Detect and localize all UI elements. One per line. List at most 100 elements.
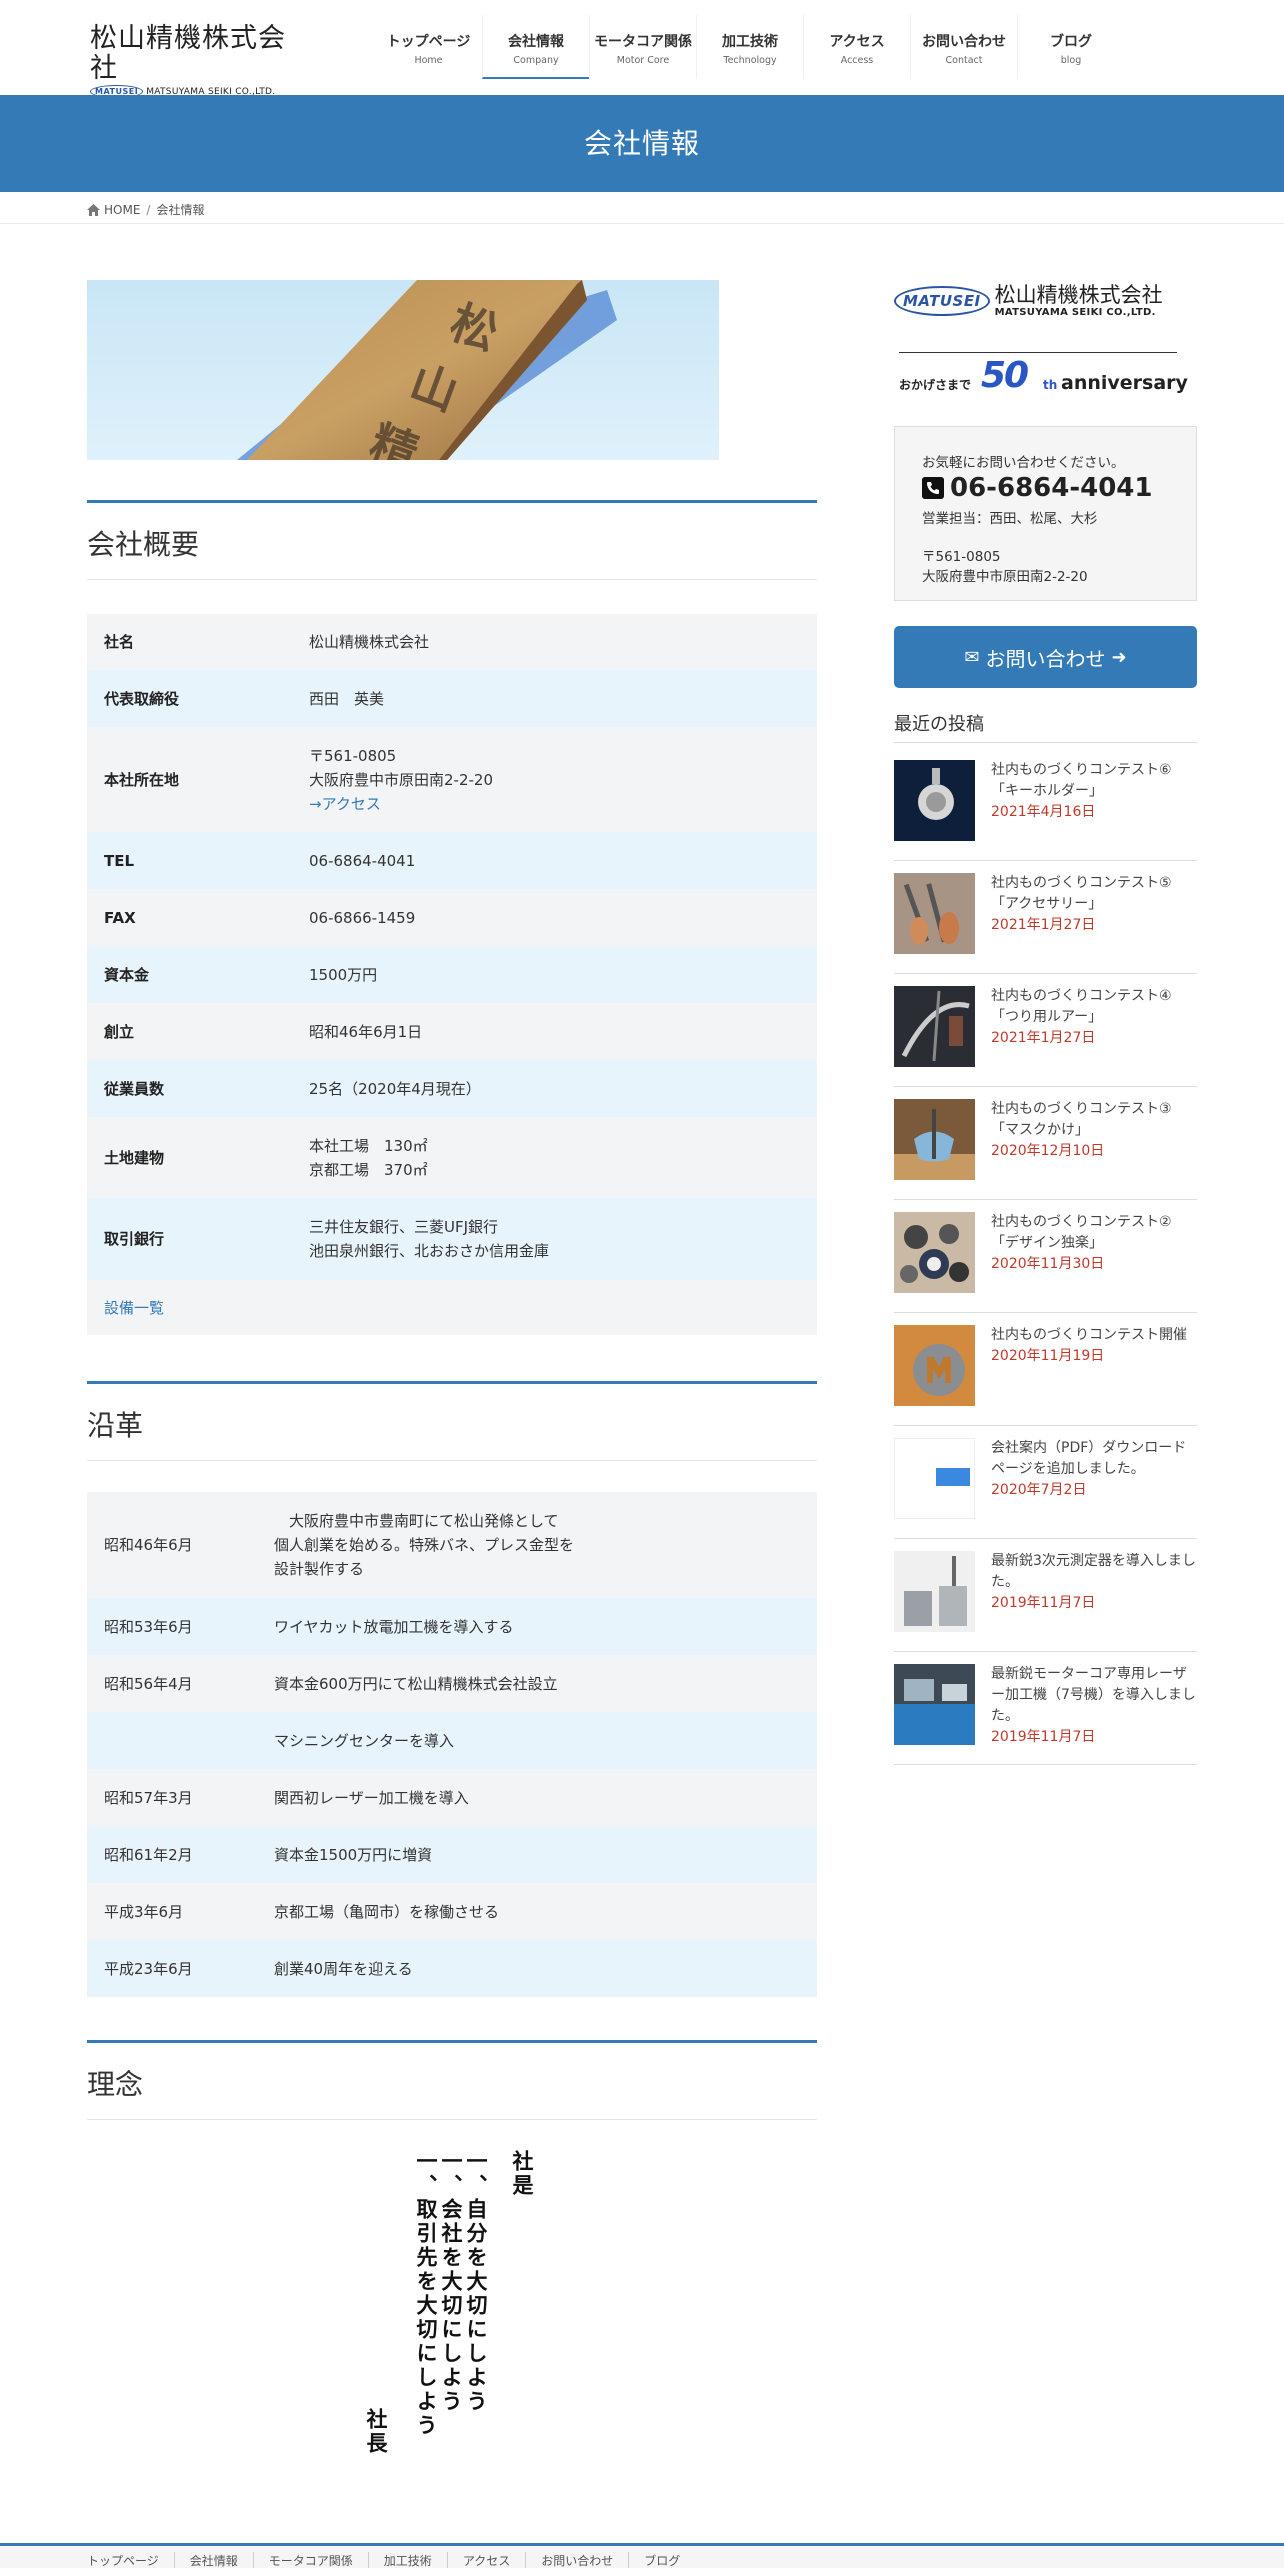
contact-lead: お気軽にお問い合わせください。 [922, 455, 1125, 471]
row-value: 昭和46年6月1日 [309, 1022, 423, 1041]
row-line: 京都工場 370㎡ [309, 1160, 428, 1179]
nav-sublabel: Access [840, 55, 874, 66]
contact-staff: 営業担当：西田、松尾、大杉 [922, 511, 1098, 527]
motto-line: 一、会社を大切にしよう [439, 2150, 464, 2414]
nav-home[interactable]: トップページ Home [375, 15, 482, 79]
motto-signature: 社長 [364, 2408, 389, 2456]
post-item[interactable]: 社内ものづくりコンテスト④「つり用ルアー」 2021年1月27日 [894, 974, 1197, 1087]
history-date: 昭和53年6月 [104, 1617, 193, 1636]
row-line: 池田泉州銀行、北おおさか信用金庫 [309, 1242, 550, 1260]
history-event: 創業40周年を迎える [274, 1959, 413, 1978]
row-line: 三井住友銀行、三菱UFJ銀行 [309, 1218, 499, 1236]
history-date: 昭和56年4月 [104, 1674, 193, 1693]
footer-nav-motor-core[interactable]: モータコア関係 [252, 2552, 368, 2568]
contact-info-box: お気軽にお問い合わせください。 06-6864-4041 営業担当：西田、松尾、… [894, 426, 1197, 601]
footer-nav-home[interactable]: トップページ [87, 2552, 174, 2568]
anniversary-suffix: th [1043, 378, 1058, 392]
post-date: 2020年12月10日 [991, 1143, 1105, 1159]
post-date: 2021年1月27日 [991, 917, 1096, 933]
nav-sublabel: blog [1060, 55, 1082, 66]
row-label: TEL [104, 851, 135, 870]
post-thumbnail [894, 1212, 975, 1293]
post-thumbnail [894, 1664, 975, 1745]
row-label: 資本金 [104, 965, 150, 984]
hero-image: 松 山 精 [87, 280, 719, 460]
row-value: 本社工場 130㎡ 京都工場 370㎡ [292, 1117, 817, 1198]
nav-company[interactable]: 会社情報 Company [482, 15, 589, 79]
contact-button[interactable]: ✉ お問い合わせ ➜ [894, 626, 1197, 688]
post-date: 2021年4月16日 [991, 804, 1096, 820]
row-label: 本社所在地 [104, 770, 180, 789]
footer-nav-access[interactable]: アクセス [446, 2552, 525, 2568]
contact-address: 大阪府豊中市原田南2-2-20 [922, 569, 1088, 585]
footer-nav-contact[interactable]: お問い合わせ [525, 2552, 628, 2568]
breadcrumb-home[interactable]: HOME [104, 203, 140, 217]
post-title: 社内ものづくりコンテスト③「マスクかけ」 [991, 1101, 1172, 1138]
history-date [87, 1712, 274, 1769]
row-value: 西田 英美 [309, 689, 385, 708]
nav-motor-core[interactable]: モータコア関係 Motor Core [589, 15, 696, 79]
footer-nav-technology[interactable]: 加工技術 [367, 2552, 447, 2568]
post-date: 2020年11月19日 [991, 1348, 1105, 1364]
table-row: 昭和53年6月 ワイヤカット放電加工機を導入する [87, 1598, 817, 1655]
post-item[interactable]: 社内ものづくりコンテスト開催 2020年11月19日 [894, 1313, 1197, 1426]
motto-heading: 社是 [510, 2150, 535, 2198]
post-title: 社内ものづくりコンテスト開催 [991, 1327, 1187, 1343]
nav-contact[interactable]: お問い合わせ Contact [910, 15, 1017, 79]
nav-label: モータコア関係 [594, 34, 692, 50]
post-item[interactable]: 最新鋭モーターコア専用レーザー加工機（7号機）を導入しました。 2019年11月7… [894, 1652, 1197, 1765]
post-date: 2020年11月30日 [991, 1256, 1105, 1272]
nav-blog[interactable]: ブログ blog [1017, 15, 1124, 79]
post-item[interactable]: 社内ものづくりコンテスト⑤「アクセサリー」 2021年1月27日 [894, 861, 1197, 974]
recent-posts-title: 最近の投稿 [894, 710, 1197, 743]
zip-code: 〒561-0805 [309, 746, 397, 765]
company-motto: 社是 一、自分を大切にしよう 一、会社を大切にしよう 一、取引先を大切にしよう … [280, 2120, 540, 2470]
section-title-philosophy: 理念 [87, 2040, 817, 2120]
post-title: 最新鋭モーターコア専用レーザー加工機（7号機）を導入しました。 [991, 1666, 1196, 1724]
row-value: 25名（2020年4月現在） [309, 1079, 481, 1098]
nav-label: アクセス [829, 34, 885, 50]
section-title-text: 会社概要 [87, 528, 200, 561]
contact-tel-number[interactable]: 06-6864-4041 [950, 473, 1153, 503]
site-footer: トップページ 会社情報 モータコア関係 加工技術 アクセス お問い合わせ ブログ [0, 2543, 1284, 2568]
nav-sublabel: Company [513, 55, 559, 66]
sidebar-logo-text: 松山精機株式会社 MATSUYAMA SEIKI CO.,LTD. [995, 284, 1163, 319]
nav-sublabel: Motor Core [616, 55, 670, 66]
home-icon [87, 203, 100, 216]
footer-nav-blog[interactable]: ブログ [628, 2552, 695, 2568]
post-item[interactable]: 最新鋭3次元測定器を導入しました。 2019年11月7日 [894, 1539, 1197, 1652]
access-link[interactable]: →アクセス [309, 795, 381, 813]
row-label: 従業員数 [104, 1079, 165, 1098]
post-item[interactable]: 社内ものづくりコンテスト③「マスクかけ」 2020年12月10日 [894, 1087, 1197, 1200]
post-item[interactable]: 会社案内（PDF）ダウンロードページを追加しました。 2020年7月2日 [894, 1426, 1197, 1539]
post-text: 社内ものづくりコンテスト⑥「キーホルダー」 2021年4月16日 [991, 760, 1197, 823]
footer-nav-company[interactable]: 会社情報 [173, 2552, 253, 2568]
breadcrumb-separator: / [146, 202, 151, 217]
post-text: 会社案内（PDF）ダウンロードページを追加しました。 2020年7月2日 [991, 1438, 1197, 1501]
post-item[interactable]: 社内ものづくりコンテスト②「デザイン独楽」 2020年11月30日 [894, 1200, 1197, 1313]
phone-icon [922, 477, 944, 499]
history-date: 昭和61年2月 [104, 1845, 193, 1864]
nav-technology[interactable]: 加工技術 Technology [696, 15, 803, 79]
post-title: 会社案内（PDF）ダウンロードページを追加しました。 [991, 1440, 1187, 1477]
global-nav: トップページ Home 会社情報 Company モータコア関係 Motor Core… [375, 15, 1124, 79]
nav-label: 加工技術 [722, 34, 778, 50]
row-label: 土地建物 [104, 1148, 165, 1167]
table-row: 土地建物 本社工場 130㎡ 京都工場 370㎡ [87, 1117, 817, 1198]
nav-sublabel: Contact [945, 55, 983, 66]
post-text: 最新鋭モーターコア専用レーザー加工機（7号機）を導入しました。 2019年11月7… [991, 1664, 1197, 1748]
table-row: TEL 06-6864-4041 [87, 832, 817, 889]
site-logo[interactable]: 松山精機株式会社 MATUSEI MATSUYAMA SEIKI CO.,LTD… [90, 24, 300, 98]
post-item[interactable]: 社内ものづくりコンテスト⑥「キーホルダー」 2021年4月16日 [894, 748, 1197, 861]
table-row: 設備一覧 [87, 1280, 817, 1335]
post-date: 2021年1月27日 [991, 1030, 1096, 1046]
history-event: マシニングセンターを導入 [274, 1731, 455, 1750]
anniversary-banner: おかげさまで 50 th anniversary [899, 352, 1188, 402]
equipment-list-link[interactable]: 設備一覧 [87, 1299, 164, 1317]
nav-access[interactable]: アクセス Access [803, 15, 910, 79]
table-row: 昭和56年4月 資本金600万円にて松山精機株式会社設立 [87, 1655, 817, 1712]
history-event: 資本金600万円にて松山精機株式会社設立 [274, 1674, 558, 1693]
section-title-text: 沿革 [87, 1409, 144, 1442]
table-row: 平成23年6月 創業40周年を迎える [87, 1940, 817, 1997]
nav-label: お問い合わせ [922, 34, 1006, 50]
